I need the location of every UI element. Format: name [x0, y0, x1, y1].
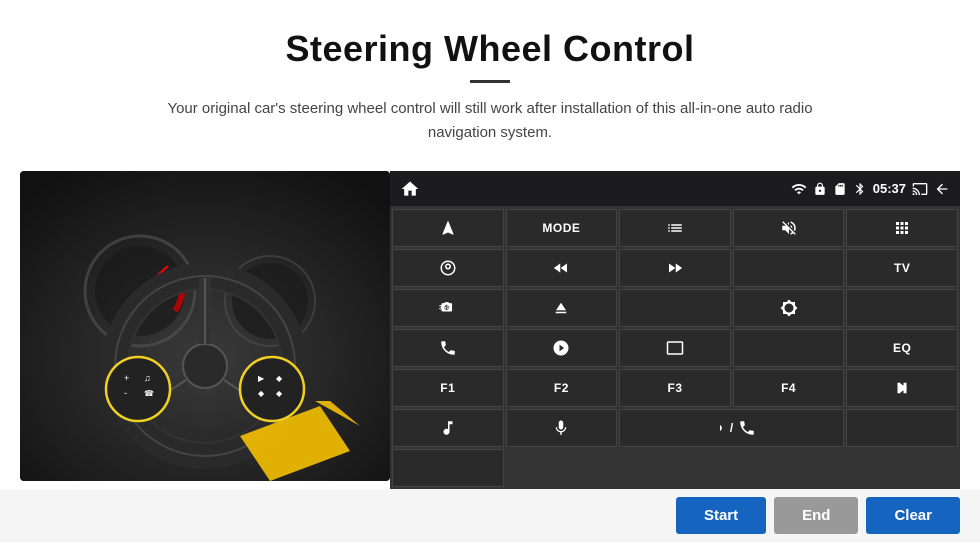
mute-btn[interactable]: [733, 209, 845, 247]
f5-btn[interactable]: F4: [733, 369, 845, 407]
media-btn[interactable]: TV: [846, 249, 958, 287]
svg-text:-: -: [124, 388, 127, 398]
bottom-bar: Start End Clear: [0, 489, 980, 542]
brightness-btn[interactable]: [733, 289, 845, 327]
end-button[interactable]: End: [774, 497, 858, 534]
settings-btn[interactable]: [392, 249, 504, 287]
status-bar: 05:37: [390, 171, 960, 207]
eject-btn[interactable]: [506, 289, 618, 327]
lock-icon: [813, 182, 827, 196]
svg-text:☎: ☎: [144, 389, 154, 398]
cam360-btn[interactable]: 360: [392, 289, 504, 327]
svg-text:▶: ▶: [258, 374, 265, 383]
empty-cell-2: [392, 449, 504, 487]
button-grid: MODE: [390, 207, 960, 489]
status-left: [400, 179, 420, 199]
apps-btn[interactable]: [846, 209, 958, 247]
f2-btn[interactable]: F1: [392, 369, 504, 407]
header-section: Steering Wheel Control Your original car…: [0, 0, 980, 155]
forward-btn[interactable]: [619, 249, 731, 287]
navigate-btn[interactable]: [392, 209, 504, 247]
playpause-btn[interactable]: [846, 369, 958, 407]
title-divider: [470, 80, 510, 83]
cast-icon: [912, 181, 928, 197]
svg-text:♫: ♫: [144, 373, 151, 383]
rewind-btn[interactable]: [506, 249, 618, 287]
status-right: 05:37: [791, 181, 950, 197]
bluetooth-icon: [853, 182, 867, 196]
back-icon: [934, 181, 950, 197]
subtitle-text: Your original car's steering wheel contr…: [140, 97, 840, 145]
svg-text:+: +: [124, 373, 129, 383]
swirl-btn[interactable]: [506, 329, 618, 367]
tv-btn[interactable]: [733, 249, 845, 287]
radio-btn[interactable]: [619, 289, 731, 327]
screen-btn[interactable]: [619, 329, 731, 367]
home-icon: [400, 179, 420, 199]
phone-btn[interactable]: [392, 329, 504, 367]
content-area: + ♫ - ☎ ▶ ◆ ◆ ◆: [0, 171, 980, 489]
f1-btn[interactable]: EQ: [846, 329, 958, 367]
mic-btn[interactable]: [506, 409, 618, 447]
page-wrapper: Steering Wheel Control Your original car…: [0, 0, 980, 544]
list-btn[interactable]: [619, 209, 731, 247]
f4-btn[interactable]: F3: [619, 369, 731, 407]
svg-text:◆: ◆: [276, 389, 283, 398]
f3-btn[interactable]: F2: [506, 369, 618, 407]
dvd-btn[interactable]: [846, 289, 958, 327]
car-image: + ♫ - ☎ ▶ ◆ ◆ ◆: [20, 171, 390, 481]
sd-card-icon: [833, 182, 847, 196]
vol-call-btn[interactable]: /: [619, 409, 844, 447]
wifi-icon: [791, 181, 807, 197]
clear-button[interactable]: Clear: [866, 497, 960, 534]
status-time: 05:37: [873, 181, 906, 196]
mode-btn[interactable]: MODE: [506, 209, 618, 247]
svg-text:◆: ◆: [258, 389, 265, 398]
svg-text:◆: ◆: [276, 374, 283, 383]
music-btn[interactable]: [392, 409, 504, 447]
start-button[interactable]: Start: [676, 497, 766, 534]
control-panel: 05:37 MODE: [390, 171, 960, 489]
page-title: Steering Wheel Control: [20, 28, 960, 70]
eq-btn[interactable]: [733, 329, 845, 367]
empty-cell-1: [846, 409, 958, 447]
